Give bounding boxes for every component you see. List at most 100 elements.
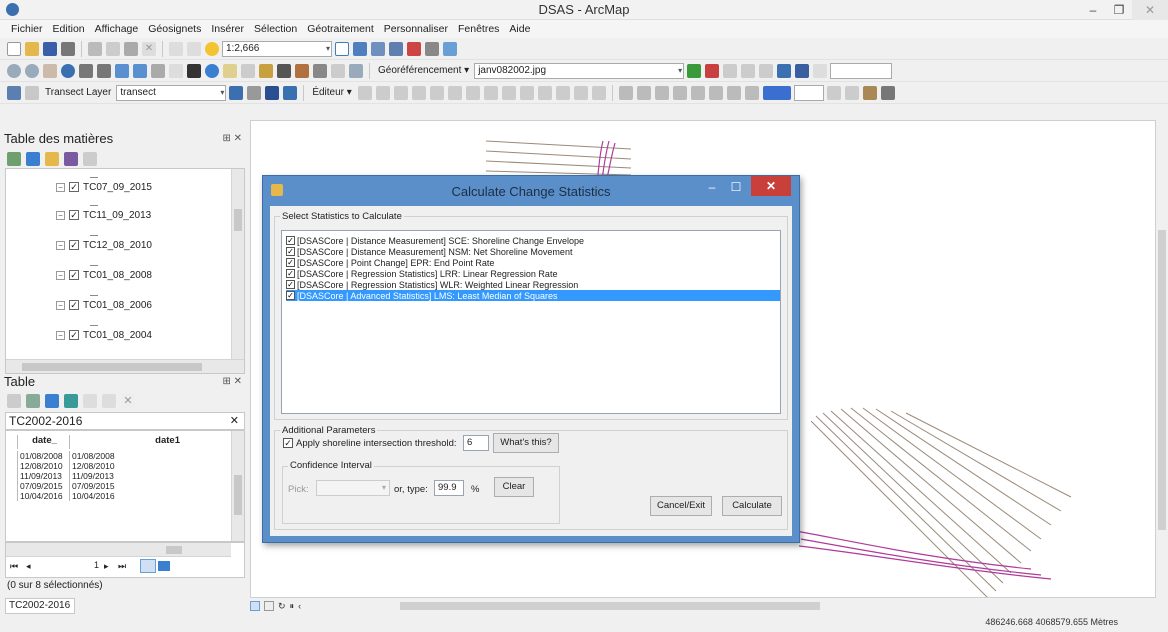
fixed-zoom-in-icon[interactable] [79, 63, 93, 78]
cut-icon[interactable] [88, 41, 102, 56]
statistic-lms[interactable]: ✓ [DSASCore | Advanced Statistics] LMS: L… [286, 290, 780, 301]
table-options-icon[interactable] [7, 394, 21, 408]
html-popup-icon[interactable] [241, 63, 255, 78]
menu-inserer[interactable]: Insérer [206, 20, 249, 38]
straight-segment-icon[interactable] [393, 85, 408, 100]
topology-icon[interactable] [618, 85, 633, 100]
edit-tool-icon[interactable] [357, 85, 372, 100]
nsm-checkbox[interactable]: ✓ [286, 247, 295, 256]
clear-selected-icon[interactable] [83, 394, 97, 408]
table-row[interactable]: 01/08/2008 01/08/2008 [6, 451, 231, 461]
cast-transects-icon[interactable] [25, 85, 39, 100]
calculate-button[interactable]: Calculate [722, 496, 782, 516]
previous-record-icon[interactable]: ◂ [26, 561, 31, 572]
python-window-icon[interactable] [425, 41, 439, 56]
statistic-nsm[interactable]: ✓ [DSASCore | Distance Measurement] NSM: … [286, 246, 780, 257]
delete-selected-icon[interactable]: ✕ [121, 394, 135, 408]
swipe-icon[interactable] [744, 85, 759, 100]
identify-icon[interactable] [205, 63, 219, 78]
pin-close-icon[interactable]: ⊞ ✕ [222, 133, 242, 144]
validate-icon[interactable] [672, 85, 687, 100]
wlr-checkbox[interactable]: ✓ [286, 280, 295, 289]
cut-polygons-icon[interactable] [501, 85, 516, 100]
redo-icon[interactable] [187, 41, 201, 56]
pick-dropdown[interactable]: ▾ [316, 480, 390, 496]
fix-error-icon[interactable] [690, 85, 705, 100]
add-control-points-icon[interactable] [687, 63, 702, 78]
menu-personnaliser[interactable]: Personnaliser [379, 20, 453, 38]
dialog-maximize-button[interactable]: ☐ [725, 178, 747, 196]
edit-vertices-icon[interactable] [465, 85, 480, 100]
fixed-zoom-out-icon[interactable] [97, 63, 111, 78]
menu-affichage[interactable]: Affichage [90, 20, 144, 38]
show-selected-records-icon[interactable] [158, 561, 170, 571]
restore-button[interactable]: ❐ [1106, 0, 1132, 20]
clip-transects-icon[interactable] [247, 85, 262, 100]
rotate-tool-icon[interactable] [537, 85, 552, 100]
georeferencing-menu[interactable]: Géoréférencement ▾ [375, 65, 472, 76]
table-row[interactable]: 12/08/2010 12/08/2010 [6, 461, 231, 471]
save-icon[interactable] [43, 41, 57, 56]
visibility-checkbox[interactable]: ✓ [69, 182, 79, 192]
table-vertical-scrollbar[interactable] [231, 431, 244, 541]
list-by-drawing-order-icon[interactable] [7, 152, 21, 166]
layout-options-icon[interactable] [844, 85, 859, 100]
delete-icon[interactable]: ✕ [142, 41, 156, 56]
last-record-icon[interactable]: ⏭ [118, 561, 126, 572]
visibility-checkbox[interactable]: ✓ [69, 240, 79, 250]
threshold-input[interactable]: 6 [463, 435, 489, 451]
statistic-epr[interactable]: ✓ [DSASCore | Point Change] EPR: End Poin… [286, 257, 780, 268]
layer-item[interactable]: − ✓ TC07_09_2015 [56, 179, 152, 195]
table-bottom-tab[interactable]: TC2002-2016 [5, 598, 75, 614]
create-features-icon[interactable] [591, 85, 606, 100]
model-builder-icon[interactable] [443, 41, 457, 56]
dsas-settings-icon[interactable] [7, 85, 21, 100]
map-vertical-scrollbar[interactable] [1156, 120, 1168, 598]
delete-control-points-icon[interactable] [705, 63, 720, 78]
rotate-data-frame-icon[interactable] [813, 63, 828, 78]
dialog-minimize-button[interactable]: – [701, 178, 723, 196]
collapse-icon[interactable]: − [56, 210, 65, 220]
time-slider-icon[interactable] [331, 63, 345, 78]
toc-horizontal-scrollbar[interactable] [6, 359, 244, 373]
error-inspector-icon[interactable] [708, 85, 723, 100]
table-row[interactable]: 10/04/2016 10/04/2016 [6, 491, 231, 501]
epr-checkbox[interactable]: ✓ [286, 258, 295, 267]
column-header[interactable]: date_ [18, 435, 70, 449]
add-data-icon[interactable] [205, 41, 219, 56]
select-by-attributes-icon[interactable] [45, 394, 59, 408]
viewer-window-icon[interactable] [795, 63, 810, 78]
endpoint-arc-icon[interactable] [411, 85, 426, 100]
extras-icon[interactable] [880, 85, 895, 100]
editor-menu[interactable]: Éditeur ▾ [309, 87, 354, 98]
zoom-out-icon[interactable] [25, 63, 39, 78]
calculate-statistics-icon[interactable] [229, 85, 244, 100]
table-tab[interactable]: TC2002-2016 ✕ [5, 412, 245, 430]
rotation-input[interactable] [830, 62, 893, 79]
pin-close-icon[interactable]: ⊞ ✕ [222, 376, 242, 387]
back-icon[interactable] [115, 63, 129, 78]
hyperlink-icon[interactable] [223, 63, 237, 78]
table-row[interactable]: 11/09/2013 11/09/2013 [6, 471, 231, 481]
map-horizontal-scrollbar[interactable] [400, 600, 1156, 612]
undo-icon[interactable] [169, 41, 183, 56]
layer-item[interactable]: − ✓ TC01_08_2004 [56, 327, 152, 343]
refresh-icon[interactable]: ↻ [278, 601, 286, 612]
layer-item[interactable]: − ✓ TC01_08_2006 [56, 297, 152, 313]
editor-toolbar-icon[interactable] [335, 41, 349, 56]
select-elements-icon[interactable] [187, 63, 201, 78]
list-by-selection-icon[interactable] [64, 152, 78, 166]
visibility-checkbox[interactable]: ✓ [69, 330, 79, 340]
collapse-icon[interactable]: − [56, 270, 65, 280]
shift-icon[interactable] [741, 63, 756, 78]
threshold-checkbox[interactable]: ✓ [283, 438, 293, 448]
sketch-properties-icon[interactable] [573, 85, 588, 100]
menu-edition[interactable]: Edition [48, 20, 90, 38]
viewer-icon[interactable] [349, 63, 363, 78]
trace-icon[interactable] [429, 85, 444, 100]
catalog-window-icon[interactable] [371, 41, 385, 56]
collapse-icon[interactable]: − [56, 330, 65, 340]
column-header[interactable]: date1 [70, 435, 230, 449]
new-document-icon[interactable] [7, 41, 21, 56]
transect-layer-combo[interactable]: transect ▾ [116, 84, 227, 101]
